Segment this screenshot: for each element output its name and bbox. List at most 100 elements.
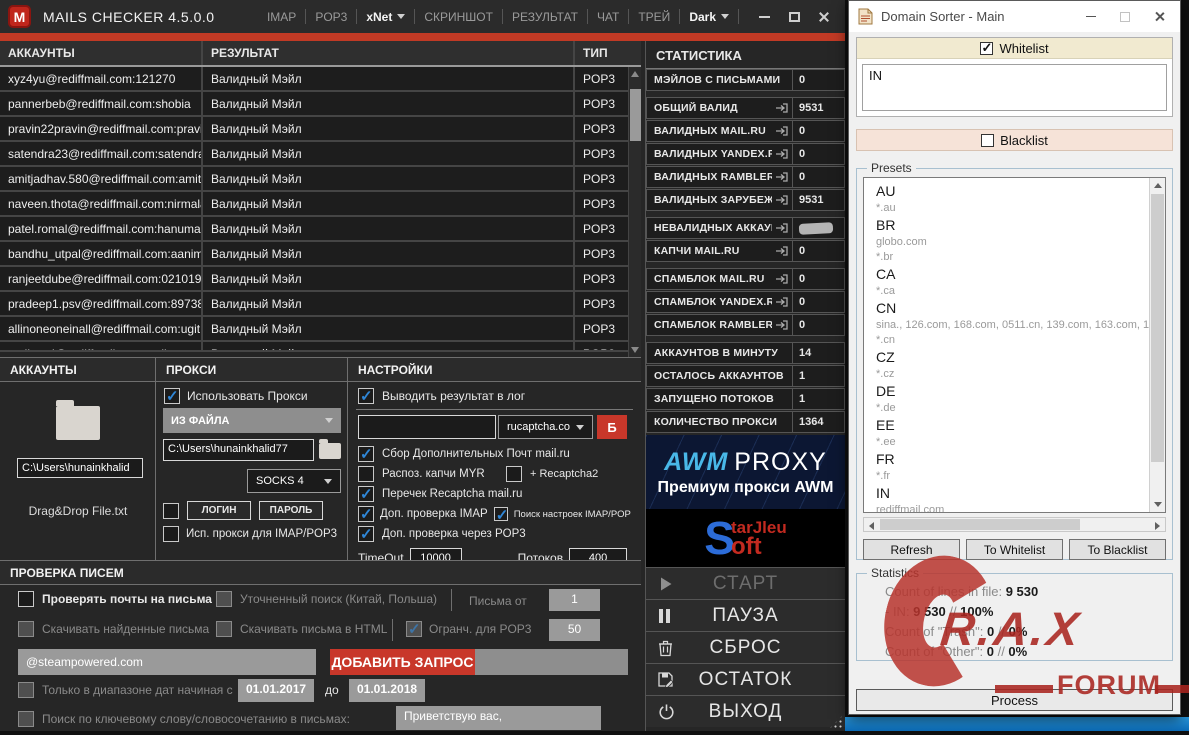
password-button[interactable]: ПАРОЛЬ [259,501,323,520]
process-button[interactable]: Process [856,689,1173,711]
export-arrow-icon[interactable] [772,318,792,332]
table-row[interactable]: pannerbeb@rediffmail.com:shobia Валидный … [0,92,641,117]
export-arrow-icon[interactable] [772,124,792,138]
scroll-up-icon[interactable] [1153,183,1162,188]
add-query-button[interactable]: ДОБАВИТЬ ЗАПРОС [330,649,475,675]
table-row[interactable]: pravin22pravin@rediffmail.com:pravi Валид… [0,117,641,142]
letters-from-input[interactable]: 1 [549,589,600,611]
scrollbar-thumb[interactable] [1151,194,1164,462]
login-button[interactable]: ЛОГИН [187,501,251,520]
limit-pop3-checkbox[interactable] [406,620,422,638]
menu-result[interactable]: РЕЗУЛЬТАТ [503,10,587,24]
myr-captcha-checkbox[interactable] [358,466,374,482]
table-row-partial[interactable]: sadiwani@rediffmail.com:sadiwanВалидный … [0,342,641,352]
col-header-type[interactable]: ТИП [575,41,641,65]
keyword-input[interactable]: Приветствую вас, [396,706,601,730]
reset-button[interactable]: СБРОС [646,631,845,663]
table-scrollbar[interactable] [628,67,641,357]
table-row[interactable]: naveen.thota@rediffmail.com:nirmala Валид… [0,192,641,217]
list-item[interactable]: EE *.ee [876,416,1165,450]
table-row[interactable]: allinoneoneinall@rediffmail.com:ugit Вали… [0,317,641,342]
proxy-imap-pop3-checkbox[interactable] [163,526,179,542]
to-blacklist-button[interactable]: To Blacklist [1069,539,1166,560]
imap-check-checkbox[interactable] [358,505,374,523]
table-row[interactable]: ranjeetdube@rediffmail.com:021019 Валидны… [0,267,641,292]
scroll-right-icon[interactable] [1155,522,1160,530]
refined-search-checkbox[interactable] [216,591,232,607]
captcha-key-input[interactable] [358,415,496,439]
remainder-button[interactable]: ОСТАТОК [646,663,845,695]
scroll-left-icon[interactable] [869,522,874,530]
date-range-checkbox[interactable] [18,682,34,698]
exit-button[interactable]: ВЫХОД [646,695,845,727]
download-html-checkbox[interactable] [216,621,232,637]
menu-imap[interactable]: IMAP [258,10,305,24]
list-item[interactable]: IN rediffmail.com [876,484,1165,512]
table-row[interactable]: bandhu_utpal@rediffmail.com:aanim Валидны… [0,242,641,267]
export-arrow-icon[interactable] [772,147,792,161]
presets-vertical-scrollbar[interactable] [1149,178,1165,512]
minimize-button[interactable] [1074,4,1108,30]
table-row[interactable]: pradeep1.psv@rediffmail.com:89738 Валидны… [0,292,641,317]
start-button[interactable]: СТАРТ [646,567,845,599]
export-arrow-icon[interactable] [772,170,792,184]
log-result-checkbox[interactable] [358,387,374,405]
scroll-down-icon[interactable] [631,347,639,353]
whitelist-checkbox[interactable] [980,40,994,56]
table-row[interactable]: satendra23@rediffmail.com:satendra Валидн… [0,142,641,167]
list-item[interactable]: CZ *.cz [876,348,1165,382]
export-arrow-icon[interactable] [772,193,792,207]
table-row[interactable]: amitjadhav.580@rediffmail.com:amit Валидн… [0,167,641,192]
presets-horizontal-scrollbar[interactable] [863,517,1166,532]
export-arrow-icon[interactable] [772,221,792,235]
col-header-accounts[interactable]: АККАУНТЫ [0,41,203,65]
list-item[interactable]: CN sina., 126.com, 168.com, 0511.cn, 139.… [876,299,1165,348]
col-header-result[interactable]: РЕЗУЛЬТАТ [203,41,575,65]
minimize-button[interactable] [749,4,779,30]
collect-mail-checkbox[interactable] [358,445,374,463]
close-button[interactable] [809,4,839,30]
check-letters-checkbox[interactable] [18,591,34,607]
list-item[interactable]: CA *.ca [876,265,1165,299]
theme-dropdown[interactable]: Dark [680,10,738,24]
table-row[interactable]: patel.romal@rediffmail.com:hanuma Валидны… [0,217,641,242]
scroll-up-icon[interactable] [631,71,639,77]
proxy-type-dropdown[interactable]: SOCKS 4 [247,469,341,493]
scroll-down-icon[interactable] [1154,502,1162,507]
menu-chat[interactable]: ЧАТ [588,10,628,24]
proxy-path-input[interactable]: C:\Users\hunainkhalid77 [163,439,314,461]
awm-proxy-banner[interactable]: AWM PROXY Премиум прокси AWM [646,435,845,509]
scrollbar-thumb[interactable] [630,89,641,141]
imap-settings-search-checkbox[interactable] [493,506,508,524]
table-row[interactable]: xyz4yu@rediffmail.com:121270 Валидный Мэй… [0,67,641,92]
maximize-button[interactable] [1108,4,1142,30]
refresh-button[interactable]: Refresh [863,539,960,560]
maximize-button[interactable] [779,4,809,30]
list-item[interactable]: AU *.au [876,182,1165,216]
to-whitelist-button[interactable]: To Whitelist [966,539,1063,560]
date-to-input[interactable]: 01.01.2018 [349,679,425,702]
query-input[interactable]: @steampowered.com [18,649,316,675]
use-proxy-checkbox[interactable] [164,387,180,405]
list-item[interactable]: DE *.de [876,382,1165,416]
folder-icon[interactable] [56,400,100,440]
menu-screenshot[interactable]: СКРИНШОТ [415,10,502,24]
browse-folder-icon[interactable] [319,439,341,459]
captcha-service-dropdown[interactable]: rucaptcha.co [498,415,593,439]
whitelist-textarea[interactable]: IN [862,64,1167,111]
menu-tray[interactable]: ТРЕЙ [629,10,679,24]
blacklist-checkbox[interactable] [981,133,995,147]
balance-button[interactable]: Б [597,415,627,439]
recaptcha2-checkbox[interactable] [506,466,522,482]
export-arrow-icon[interactable] [772,295,792,309]
menu-xnet-dropdown[interactable]: xNet [357,10,414,24]
auth-checkbox[interactable] [163,502,179,519]
date-from-input[interactable]: 01.01.2017 [238,679,314,702]
scrollbar-thumb[interactable] [880,519,1080,530]
pause-button[interactable]: ПАУЗА [646,599,845,631]
accounts-path-input[interactable]: C:\Users\hunainkhalid [17,458,143,478]
pop3-check-checkbox[interactable] [358,525,374,543]
presets-list[interactable]: AU *.au BR globo.com *.br CA *.ca CN sina., 1… [863,177,1166,513]
export-arrow-icon[interactable] [772,272,792,286]
keyword-search-checkbox[interactable] [18,711,34,727]
